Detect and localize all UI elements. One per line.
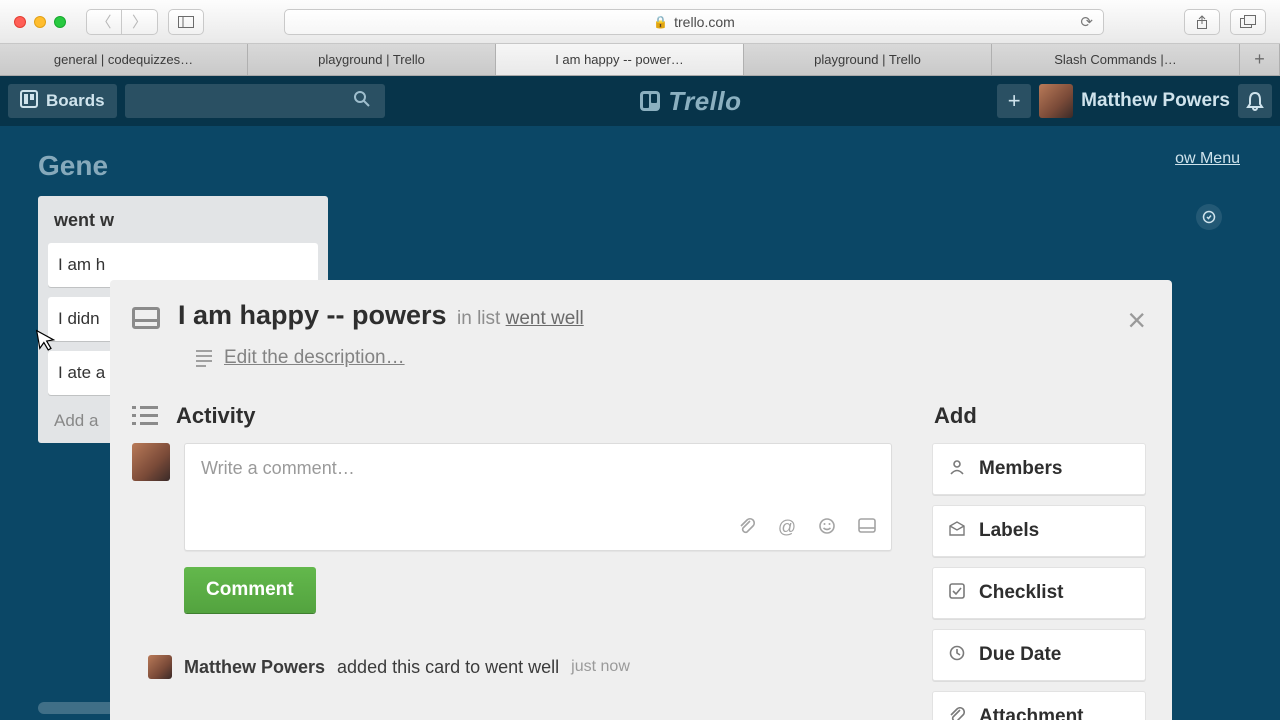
close-window-button[interactable] <box>14 16 26 28</box>
activity-time: just now <box>571 658 630 676</box>
user-menu[interactable]: Matthew Powers <box>1081 90 1230 112</box>
activity-title: Activity <box>176 403 255 429</box>
attachment-icon[interactable] <box>737 517 757 540</box>
window-controls <box>14 16 66 28</box>
forward-button[interactable]: 〉 <box>122 9 158 35</box>
checklist-button[interactable]: Checklist <box>932 567 1146 619</box>
comment-placeholder: Write a comment… <box>201 458 355 478</box>
labels-icon <box>947 521 967 542</box>
browser-tab[interactable]: playground | Trello <box>248 44 496 75</box>
new-tab-button[interactable]: + <box>1240 44 1280 75</box>
zoom-window-button[interactable] <box>54 16 66 28</box>
card-icon[interactable] <box>857 517 877 540</box>
avatar[interactable] <box>1039 84 1073 118</box>
browser-tab-active[interactable]: I am happy -- power… <box>496 44 744 75</box>
comment-input[interactable]: Write a comment… @ <box>184 443 892 551</box>
comment-toolbar: @ <box>737 517 877 540</box>
lock-icon: 🔒 <box>653 15 668 29</box>
minimize-window-button[interactable] <box>34 16 46 28</box>
search-input[interactable] <box>125 84 385 118</box>
attachment-icon <box>947 707 967 720</box>
members-icon <box>947 459 967 480</box>
comment-button[interactable]: Comment <box>184 567 316 613</box>
url-host: trello.com <box>674 14 735 30</box>
mention-icon[interactable]: @ <box>777 517 797 540</box>
list-link[interactable]: went well <box>506 308 584 329</box>
card-list-info: in list went well <box>457 308 584 329</box>
browser-tab[interactable]: playground | Trello <box>744 44 992 75</box>
card-header: I am happy -- powers in list went well <box>132 300 1146 331</box>
card-icon <box>132 307 160 329</box>
avatar <box>148 655 172 679</box>
activity-icon <box>132 406 158 426</box>
browser-tab[interactable]: general | codequizzes… <box>0 44 248 75</box>
notifications-button[interactable] <box>1238 84 1272 118</box>
share-button[interactable] <box>1184 9 1220 35</box>
sidebar-toggle-button[interactable] <box>168 9 204 35</box>
activity-entry: Matthew Powers added this card to went w… <box>148 655 892 679</box>
sidebar-add-title: Add <box>934 403 1146 429</box>
card-sidebar: Add Members Labels Checklist Due Date At… <box>932 403 1146 720</box>
back-button[interactable]: 〈 <box>86 9 122 35</box>
avatar <box>132 443 170 481</box>
members-button[interactable]: Members <box>932 443 1146 495</box>
reload-button[interactable]: ⟳ <box>1080 13 1093 31</box>
address-bar[interactable]: 🔒 trello.com ⟳ <box>284 9 1104 35</box>
trello-header: Boards Trello + Matthew Powers <box>0 76 1280 126</box>
boards-label: Boards <box>46 91 105 111</box>
clock-icon <box>947 645 967 666</box>
description-icon <box>196 350 212 367</box>
browser-tab[interactable]: Slash Commands |… <box>992 44 1240 75</box>
boards-button[interactable]: Boards <box>8 84 117 118</box>
nav-buttons: 〈 〉 <box>86 9 158 35</box>
card-title[interactable]: I am happy -- powers <box>178 300 447 330</box>
activity-action: added this card to went well <box>337 657 559 678</box>
emoji-icon[interactable] <box>817 517 837 540</box>
attachment-button[interactable]: Attachment <box>932 691 1146 720</box>
browser-toolbar: 〈 〉 🔒 trello.com ⟳ <box>0 0 1280 44</box>
card-modal: × I am happy -- powers in list went well… <box>110 280 1172 720</box>
edit-description-link[interactable]: Edit the description… <box>196 347 1146 369</box>
labels-button[interactable]: Labels <box>932 505 1146 557</box>
due-date-button[interactable]: Due Date <box>932 629 1146 681</box>
close-icon[interactable]: × <box>1127 302 1146 339</box>
activity-header: Activity <box>132 403 892 429</box>
board-stage: Gene ow Menu went w I am h I didn I ate … <box>0 126 1280 720</box>
boards-icon <box>20 90 38 113</box>
create-button[interactable]: + <box>997 84 1031 118</box>
trello-logo[interactable]: Trello <box>393 86 990 117</box>
card-main-column: Activity Write a comment… @ <box>132 403 892 720</box>
activity-user[interactable]: Matthew Powers <box>184 657 325 678</box>
checklist-icon <box>947 583 967 604</box>
modal-overlay[interactable]: × I am happy -- powers in list went well… <box>0 126 1280 720</box>
search-icon <box>353 90 371 113</box>
comment-composer: Write a comment… @ <box>132 443 892 551</box>
tabs-button[interactable] <box>1230 9 1266 35</box>
tab-strip: general | codequizzes… playground | Trel… <box>0 44 1280 76</box>
